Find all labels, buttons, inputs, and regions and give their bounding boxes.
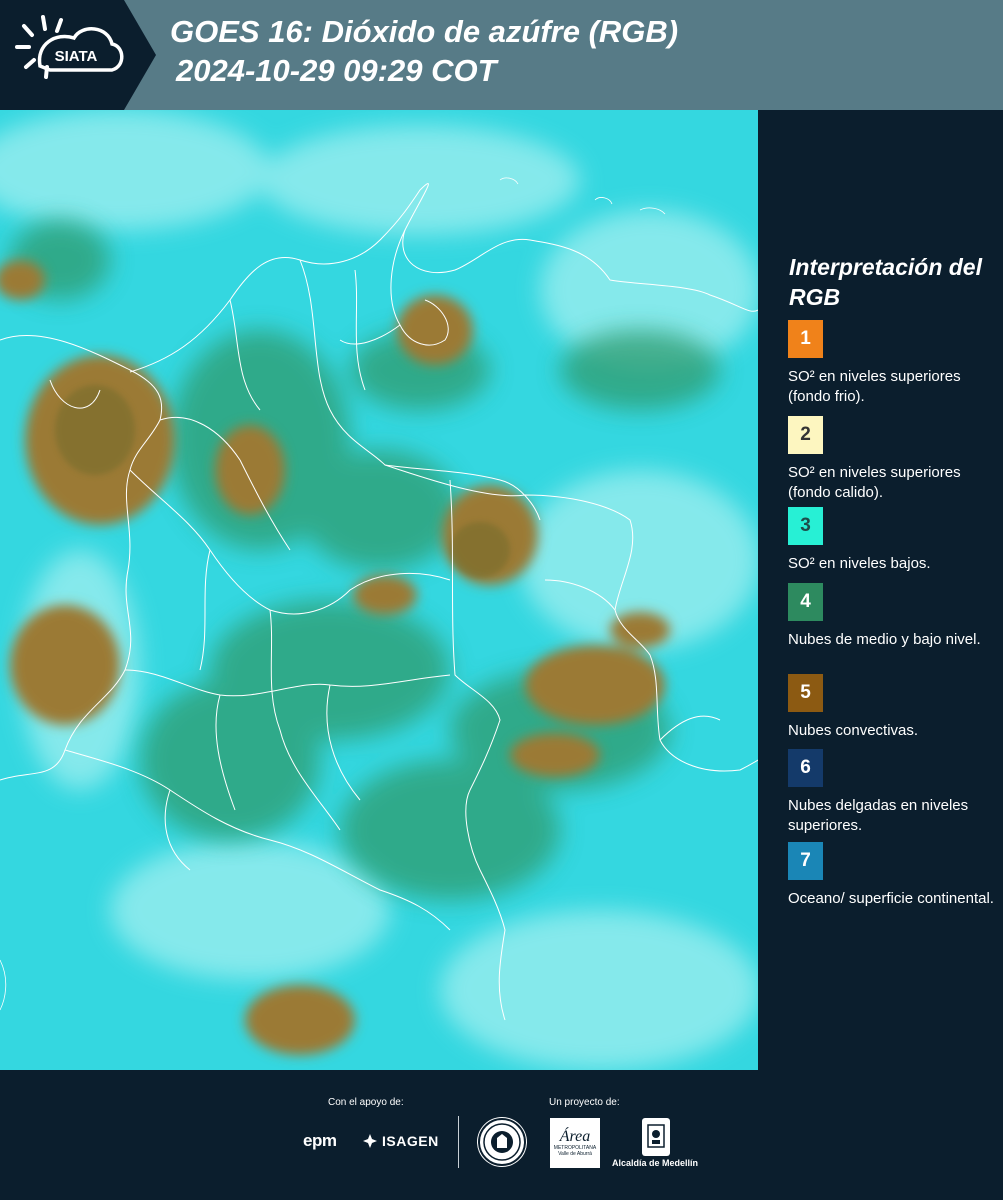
epm-logo: epm (303, 1131, 337, 1150)
legend-label-3: SO² en niveles bajos. (788, 555, 931, 572)
isagen-mark-icon (363, 1134, 377, 1148)
isagen-logo-text: ISAGEN (382, 1133, 439, 1149)
legend-label-7: Oceano/ superficie continental. (788, 890, 994, 907)
legend-number-2: 2 (800, 424, 811, 445)
project-label: Un proyecto de: (549, 1097, 620, 1108)
siata-logo: SIATA (0, 0, 156, 110)
university-seal-logo (478, 1118, 526, 1166)
legend-item-2: 2 SO² en niveles superiores (fondo calid… (788, 416, 1000, 503)
legend-number-3: 3 (800, 515, 811, 536)
area-logo-sub: METROPOLITANA Valle de Aburrá (553, 1145, 597, 1157)
page-timestamp: 2024-10-29 09:29 COT (176, 53, 497, 88)
shield-icon (647, 1124, 665, 1148)
legend-label-5: Nubes convectivas. (788, 722, 919, 739)
legend-number-5: 5 (800, 682, 811, 703)
area-metropolitana-logo: Área METROPOLITANA Valle de Aburrá (550, 1118, 600, 1168)
legend-number-1: 1 (800, 328, 811, 349)
satellite-map (0, 110, 758, 1070)
area-logo-word: Área (559, 1128, 591, 1145)
legend-number-4: 4 (800, 591, 811, 612)
footer-bar: Con el apoyo de: Un proyecto de: epm ISA… (0, 1070, 1003, 1200)
satellite-image (0, 110, 758, 1070)
support-label: Con el apoyo de: (328, 1097, 404, 1108)
legend-item-4: 4 Nubes de medio y bajo nivel. (788, 583, 1000, 650)
legend-number-6: 6 (800, 757, 811, 778)
legend-label-4: Nubes de medio y bajo nivel. (788, 631, 981, 648)
legend-swatch-3: 3 (788, 507, 823, 545)
legend-item-1: 1 SO² en niveles superiores (fondo frio)… (788, 320, 1000, 407)
legend-item-7: 7 Oceano/ superficie continental. (788, 842, 1000, 909)
legend-panel: Interpretación del RGB 1 SO² en niveles … (758, 110, 1003, 1070)
isagen-logo: ISAGEN (362, 1133, 439, 1149)
siata-logo-text: SIATA (55, 48, 98, 65)
legend-item-5: 5 Nubes convectivas. (788, 674, 1000, 741)
footer-divider (458, 1116, 459, 1168)
legend-swatch-7: 7 (788, 842, 823, 880)
seal-icon (483, 1123, 521, 1161)
legend-swatch-1: 1 (788, 320, 823, 358)
legend-swatch-4: 4 (788, 583, 823, 621)
legend-swatch-6: 6 (788, 749, 823, 787)
legend-number-7: 7 (800, 850, 811, 871)
legend-title: Interpretación del RGB (789, 254, 982, 310)
legend-label-1: SO² en niveles superiores (fondo frio). (788, 368, 961, 405)
siata-logo-graphic: SIATA (0, 0, 156, 110)
alcaldia-label: Alcaldía de Medellín (612, 1158, 699, 1168)
legend-item-3: 3 SO² en niveles bajos. (788, 507, 1000, 574)
legend-label-6: Nubes delgadas en niveles superiores. (788, 797, 969, 834)
page-title: GOES 16: Dióxido de azúfre (RGB) (170, 14, 679, 49)
legend-swatch-2: 2 (788, 416, 823, 454)
legend-swatch-5: 5 (788, 674, 823, 712)
legend-item-6: 6 Nubes delgadas en niveles superiores. (788, 749, 1000, 836)
header-bar: SIATA GOES 16: Dióxido de azúfre (RGB) 2… (0, 0, 1003, 110)
legend-label-2: SO² en niveles superiores (fondo calido)… (788, 464, 961, 501)
alcaldia-shield-icon (642, 1118, 670, 1156)
